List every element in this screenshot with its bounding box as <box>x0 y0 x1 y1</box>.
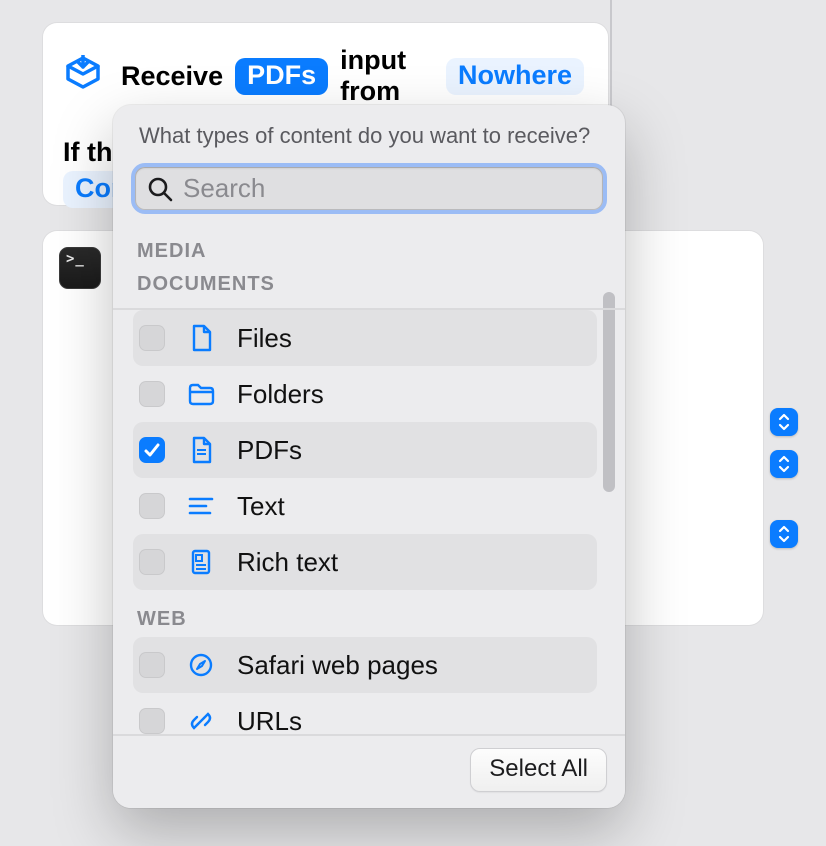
row-label: Folders <box>237 379 324 410</box>
safari-icon <box>187 652 215 678</box>
dropdown-stepper-1[interactable] <box>770 408 798 436</box>
receive-prefix: Receive <box>121 61 223 92</box>
input-type-token[interactable]: PDFs <box>235 58 328 95</box>
receive-middle: input from <box>340 45 434 107</box>
checkbox[interactable] <box>139 437 165 463</box>
select-all-button[interactable]: Select All <box>470 748 607 792</box>
dropdown-stepper-3[interactable] <box>770 520 798 548</box>
checkbox[interactable] <box>139 493 165 519</box>
checkbox[interactable] <box>139 381 165 407</box>
type-row-text[interactable]: Text <box>133 478 597 534</box>
terminal-icon <box>59 247 101 289</box>
type-row-files[interactable]: Files <box>133 310 597 366</box>
type-row-richtext[interactable]: Rich text <box>133 534 597 590</box>
link-icon <box>187 708 215 734</box>
checkbox[interactable] <box>139 325 165 351</box>
text-icon <box>187 495 215 517</box>
search-icon <box>147 176 173 202</box>
dropdown-stepper-2[interactable] <box>770 450 798 478</box>
row-label: Text <box>237 491 285 522</box>
type-row-folders[interactable]: Folders <box>133 366 597 422</box>
type-row-urls[interactable]: URLs <box>133 693 597 734</box>
input-from-token[interactable]: Nowhere <box>446 58 584 95</box>
content-types-list[interactable]: MEDIA DOCUMENTS Files Folders <box>113 222 625 734</box>
search-input[interactable] <box>183 173 591 204</box>
checkbox[interactable] <box>139 652 165 678</box>
row-label: Files <box>237 323 292 354</box>
section-label-documents: DOCUMENTS <box>133 269 597 302</box>
type-row-safari[interactable]: Safari web pages <box>133 637 597 693</box>
section-label-web: WEB <box>133 590 597 637</box>
file-icon <box>187 324 215 352</box>
row-label: PDFs <box>237 435 302 466</box>
row-label: URLs <box>237 706 302 735</box>
checkbox[interactable] <box>139 708 165 734</box>
section-label-media: MEDIA <box>133 222 597 269</box>
folder-icon <box>187 382 215 406</box>
row-label: Safari web pages <box>237 650 438 681</box>
checkbox[interactable] <box>139 549 165 575</box>
search-field-wrap[interactable] <box>131 163 607 214</box>
receive-icon <box>63 55 103 97</box>
type-row-pdfs[interactable]: PDFs <box>133 422 597 478</box>
popover-caret <box>263 105 289 106</box>
richtext-icon <box>187 548 215 576</box>
popover-title: What types of content do you want to rec… <box>113 105 625 163</box>
content-types-popover: What types of content do you want to rec… <box>113 105 625 808</box>
row-label: Rich text <box>237 547 338 578</box>
popover-footer: Select All <box>113 734 625 808</box>
pdf-icon <box>187 436 215 464</box>
